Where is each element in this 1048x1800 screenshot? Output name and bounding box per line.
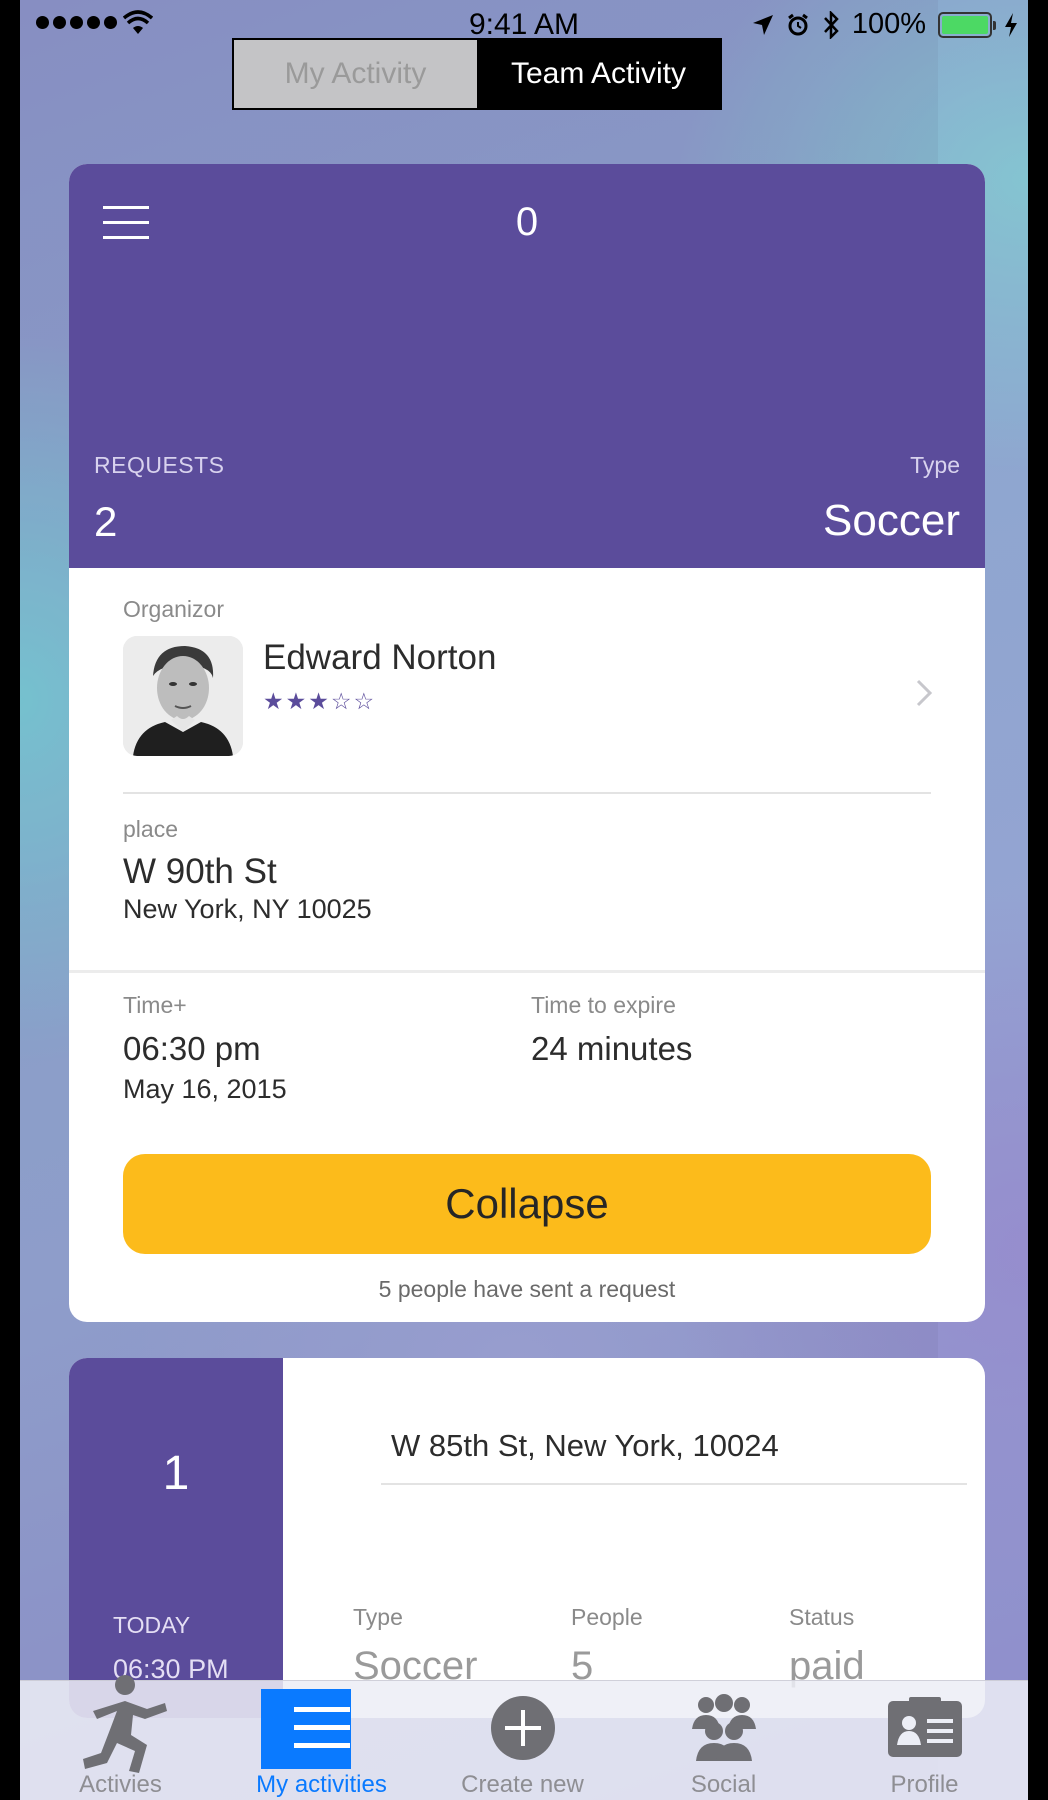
activity-people-label: People [571,1604,643,1630]
activity-segmented-control: My Activity Team Activity [232,38,722,110]
time-value: 06:30 pm [123,1030,261,1067]
place-street: W 90th St [123,852,277,891]
organizer-avatar[interactable] [123,636,243,756]
activity-number: 1 [162,1447,190,1500]
tab-label: My activities [256,1771,387,1798]
app-screen: 9:41 AM 100% My Activity Team Activity 0… [20,0,1028,1800]
tab-label: Profile [890,1771,959,1798]
expire-value: 24 minutes [531,1030,693,1067]
tab-profile[interactable]: Profile [824,1681,1025,1800]
tab-label: Activies [79,1771,162,1798]
organizer-rating: ★★★☆☆ [263,688,377,714]
type-value: Soccer [823,496,960,545]
battery-percent: 100% [851,8,926,40]
tab-label: Social [690,1771,757,1798]
list-icon [293,1707,350,1748]
plus-circle-icon [490,1696,555,1760]
expire-label: Time to expire [531,992,676,1018]
request-note: 5 people have sent a request [378,1276,676,1302]
organizer-label: Organizor [123,596,224,622]
runner-icon [82,1675,167,1773]
tab-create-new[interactable]: Create new [422,1681,623,1800]
activity-card: 0 REQUESTS 2 Type Soccer Organizor Edwar… [69,164,985,1322]
activity-list-card[interactable]: 1 TODAY 06:30 PM W 85th St, New York, 10… [69,1358,985,1718]
requests-label: REQUESTS [94,452,225,478]
collapse-button[interactable]: Collapse [123,1154,931,1254]
place-label: place [123,816,178,842]
alarm-icon [787,13,808,35]
header-count: 0 [515,200,539,244]
activity-status-label: Status [789,1604,855,1630]
activity-day: TODAY [113,1612,191,1638]
bluetooth-icon [823,10,839,39]
time-label: Time+ [123,992,187,1018]
divider [123,792,931,794]
tab-label: Create new [461,1771,584,1798]
status-indicators: 100% [752,8,1018,41]
id-card-icon [887,1697,962,1757]
organizer-name[interactable]: Edward Norton [263,638,496,678]
requests-value: 2 [94,498,118,545]
tab-social[interactable]: Social [623,1681,824,1800]
group-icon [691,1694,756,1761]
charging-bolt-icon [1005,12,1017,37]
tab-activities[interactable]: Activies [20,1675,221,1800]
divider [69,970,985,973]
date-value: May 16, 2015 [123,1074,287,1104]
tab-bar: Activies My activities Create new Social… [20,1675,1028,1800]
activity-address: W 85th St, New York, 10024 [391,1428,779,1463]
chevron-right-icon[interactable] [915,678,933,708]
tab-my-activities[interactable]: My activities [221,1681,422,1800]
tab-my-activity[interactable]: My Activity [234,40,477,108]
location-arrow-icon [752,14,773,35]
divider [381,1483,967,1485]
battery-icon [938,11,996,38]
type-label: Type [910,452,960,478]
tab-team-activity[interactable]: Team Activity [477,40,720,108]
activity-card-header: 0 REQUESTS 2 Type Soccer [69,164,985,568]
place-city: New York, NY 10025 [123,894,372,924]
activity-list-card-side: 1 TODAY 06:30 PM [69,1358,283,1718]
activity-type-label: Type [353,1604,403,1630]
